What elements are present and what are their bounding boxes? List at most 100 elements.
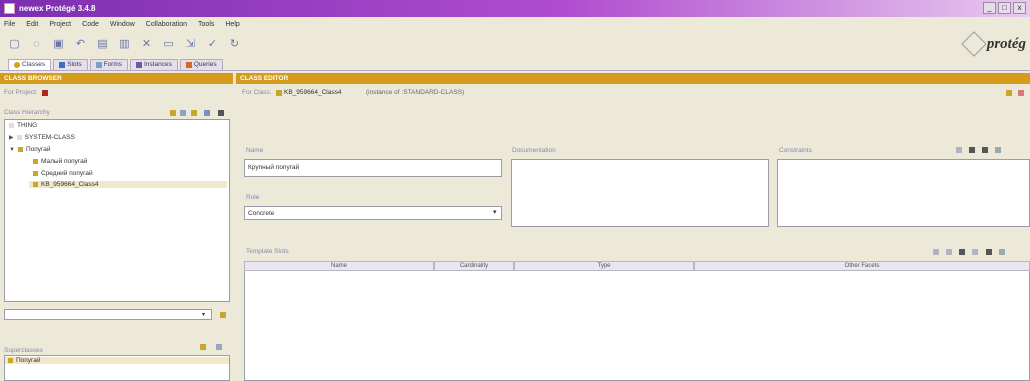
window-title-bar[interactable]: newex Protégé 3.4.8 _ □ x [0, 0, 1030, 17]
menu-help[interactable]: Help [225, 21, 239, 28]
template-slots-table-header: Name Cardinality Type Other Facets [244, 261, 1030, 271]
save-icon[interactable]: ▣ [52, 38, 65, 51]
class-browser-header: CLASS BROWSER [0, 73, 233, 84]
undo-icon[interactable]: ↶ [74, 38, 87, 51]
maximize-button[interactable]: □ [998, 2, 1011, 14]
tree-item-parrot[interactable]: ▼ Попугай [9, 146, 50, 153]
tab-instances[interactable]: Instances [130, 59, 178, 70]
superclasses-label: Superclasses [4, 347, 44, 354]
documentation-label: Documentation [512, 147, 556, 154]
tree-item-system-class[interactable]: ▶ SYSTEM-CLASS [9, 134, 75, 141]
logo-mark-icon [961, 31, 987, 57]
class-icon [276, 90, 282, 96]
search-class-icon[interactable] [180, 110, 186, 116]
remove-class-icon[interactable] [1018, 90, 1024, 96]
column-cardinality[interactable]: Cardinality [434, 261, 514, 271]
menu-project[interactable]: Project [49, 21, 71, 28]
for-class-value: KB_959664_Class4 [284, 89, 342, 96]
column-other-facets[interactable]: Other Facets [694, 261, 1030, 271]
menu-edit[interactable]: Edit [26, 21, 38, 28]
tree-item-thing[interactable]: THING [9, 122, 37, 129]
superclass-item[interactable]: Попугай [5, 357, 229, 364]
class-icon [9, 123, 14, 128]
class-icon [17, 147, 23, 152]
delete-class-icon[interactable] [204, 110, 210, 116]
class-icon [33, 159, 38, 164]
add-subclass-icon[interactable] [191, 110, 197, 116]
protege-logo: protég [961, 31, 1026, 57]
search-dropdown-icon[interactable]: ▾ [202, 312, 208, 318]
create-class-icon[interactable] [170, 110, 176, 116]
column-name[interactable]: Name [244, 261, 434, 271]
view-slot-icon[interactable] [933, 249, 939, 255]
tab-queries[interactable]: Queries [179, 59, 223, 70]
class-editor-header: CLASS EDITOR [236, 73, 1030, 84]
minimize-button[interactable]: _ [983, 2, 996, 14]
view-top-slot-icon[interactable] [946, 249, 952, 255]
tab-label: Classes [22, 61, 46, 68]
delete-constraint-icon[interactable] [982, 147, 988, 153]
tree-item-small-parrot[interactable]: Малый попугай [33, 158, 87, 165]
column-type[interactable]: Type [514, 261, 694, 271]
logo-text: protég [986, 35, 1026, 52]
override-slot-icon[interactable] [986, 249, 992, 255]
menu-tools[interactable]: Tools [198, 21, 214, 28]
tree-item-selected-class[interactable]: KB_959664_Class4 [29, 181, 227, 188]
remove-superclass-icon[interactable] [216, 344, 222, 350]
superclasses-list[interactable]: Попугай [4, 355, 230, 381]
tree-item-medium-parrot[interactable]: Средний попугай [33, 170, 93, 177]
add-superclass-icon[interactable] [200, 344, 206, 350]
new-icon[interactable]: ▢ [8, 38, 21, 51]
expand-arrow-icon[interactable]: ▶ [9, 134, 14, 141]
tab-slots[interactable]: Slots [53, 59, 88, 70]
for-class-label: For Class: [242, 89, 272, 96]
revert-icon[interactable]: ↻ [228, 38, 241, 51]
open-icon[interactable]: ◌ [30, 38, 43, 51]
role-select[interactable]: Concrete ▾ [244, 206, 502, 220]
template-slots-table[interactable] [244, 271, 1030, 381]
check-icon[interactable]: ✓ [206, 38, 219, 51]
create-constraint-icon[interactable] [969, 147, 975, 153]
chevron-down-icon[interactable]: ▾ [493, 209, 499, 216]
query-icon [185, 62, 192, 68]
name-label: Name [246, 147, 264, 154]
class-name-field[interactable]: Крупный попугай [244, 159, 502, 177]
menu-code[interactable]: Code [82, 21, 99, 28]
class-icon [33, 182, 38, 187]
class-browser-panel: CLASS BROWSER For Project: Class Hierarc… [0, 73, 233, 381]
copy-icon[interactable]: ▤ [96, 38, 109, 51]
class-search-input[interactable] [4, 309, 212, 320]
tab-label: Forms [103, 61, 122, 68]
menu-collaboration[interactable]: Collaboration [146, 21, 187, 28]
menu-bar: File Edit Project Code Window Collaborat… [0, 17, 1030, 31]
menu-file[interactable]: File [4, 21, 15, 28]
class-name-value: Крупный попугай [248, 164, 300, 171]
tab-classes[interactable]: Classes [8, 59, 52, 70]
print-icon[interactable]: ▭ [162, 38, 175, 51]
export-icon[interactable]: ⇲ [184, 38, 197, 51]
create-slot-icon[interactable] [959, 249, 965, 255]
menu-dropdown-icon[interactable] [218, 110, 224, 116]
menu-window[interactable]: Window [110, 21, 135, 28]
view-constraint-icon[interactable] [956, 147, 962, 153]
class-icon [14, 62, 20, 68]
tree-item-label: Попугай [25, 146, 51, 153]
role-label: Role [246, 194, 260, 201]
delete-icon[interactable]: ✕ [140, 38, 153, 51]
collapse-arrow-icon[interactable]: ▼ [9, 147, 15, 153]
tab-forms[interactable]: Forms [89, 59, 128, 70]
close-button[interactable]: x [1013, 2, 1026, 14]
add-constraint-icon[interactable] [995, 147, 1001, 153]
class-tree[interactable]: THING ▶ SYSTEM-CLASS ▼ Попугай Малый поп… [4, 119, 230, 302]
superclass-label: Попугай [16, 357, 41, 364]
tab-label: Slots [67, 61, 82, 68]
form-icon [95, 62, 102, 68]
edit-class-icon[interactable] [1006, 90, 1012, 96]
slot-dropdown-icon[interactable] [999, 249, 1005, 255]
search-icon[interactable] [220, 312, 226, 318]
constraints-list[interactable] [777, 159, 1030, 227]
remove-slot-icon[interactable] [972, 249, 978, 255]
role-value: Concrete [248, 210, 275, 217]
documentation-field[interactable] [511, 159, 769, 227]
paste-icon[interactable]: ▥ [118, 38, 131, 51]
